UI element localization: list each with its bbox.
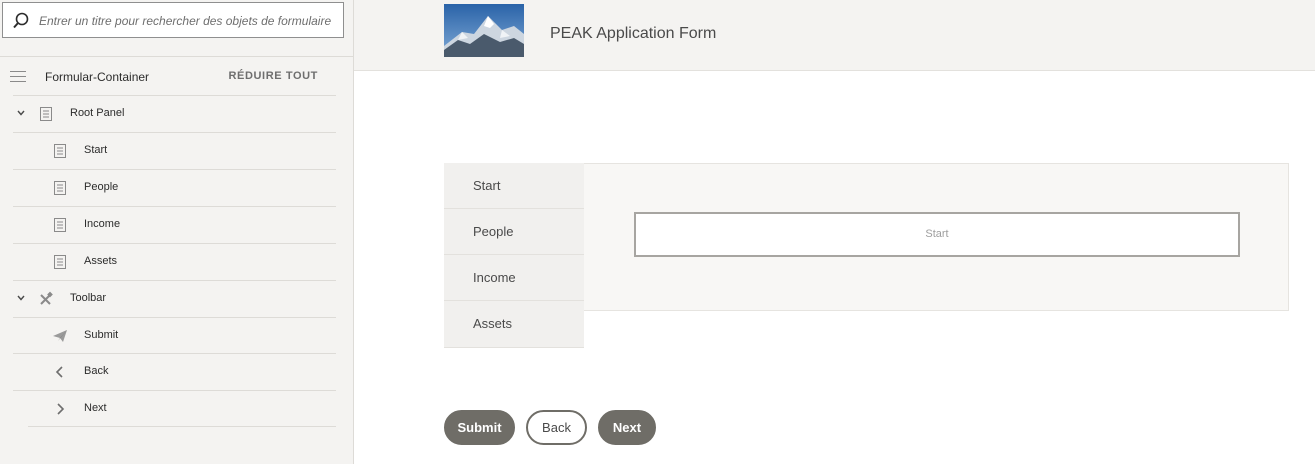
- back-button[interactable]: Back: [526, 410, 587, 445]
- tab-income[interactable]: Income: [444, 255, 584, 301]
- menu-icon[interactable]: [10, 71, 26, 83]
- tree-item-label: Root Panel: [70, 107, 125, 119]
- chevron-down-icon[interactable]: [16, 293, 26, 303]
- paper-plane-icon: [53, 330, 67, 342]
- panel-icon: [40, 107, 52, 121]
- tree-item-label: People: [84, 181, 119, 193]
- tree-item-people[interactable]: People: [13, 169, 336, 206]
- tools-icon: [40, 291, 53, 305]
- tab-assets[interactable]: Assets: [444, 301, 584, 348]
- tree-header: Formular-Container RÉDUIRE TOUT: [0, 58, 353, 95]
- tree-item-label: Income: [84, 218, 121, 230]
- tree-item-next[interactable]: Next: [13, 390, 336, 427]
- divider: [28, 426, 336, 427]
- tree-item-label: Back: [84, 365, 109, 377]
- tree-item-income[interactable]: Income: [13, 206, 336, 243]
- tree-item-start[interactable]: Start: [13, 132, 336, 169]
- chevron-down-icon[interactable]: [16, 108, 26, 118]
- tab-start[interactable]: Start: [444, 163, 584, 209]
- panel-icon: [54, 218, 66, 232]
- content-tree-sidebar: Formular-Container RÉDUIRE TOUT Root Pan…: [0, 0, 354, 464]
- tree-item-toolbar[interactable]: Toolbar: [13, 280, 336, 317]
- tree-item-back[interactable]: Back: [13, 353, 336, 390]
- submit-button[interactable]: Submit: [444, 410, 515, 445]
- divider: [0, 56, 353, 57]
- search-icon: [13, 12, 29, 29]
- start-panel-placeholder[interactable]: Start: [634, 212, 1240, 257]
- tree-item-assets[interactable]: Assets: [13, 243, 336, 280]
- collapse-all-button[interactable]: RÉDUIRE TOUT: [228, 70, 318, 82]
- tab-people[interactable]: People: [444, 209, 584, 255]
- tree-item-label: Next: [84, 402, 107, 414]
- chevron-left-icon: [55, 366, 63, 378]
- tree-item-root-panel[interactable]: Root Panel: [13, 95, 336, 132]
- panel-icon: [54, 181, 66, 195]
- panel-icon: [54, 144, 66, 158]
- tree-item-submit[interactable]: Submit: [13, 317, 336, 354]
- tree-item-label: Toolbar: [70, 292, 107, 304]
- chevron-right-icon: [57, 403, 65, 415]
- tree-header-title: Formular-Container: [45, 70, 150, 84]
- tree-item-label: Submit: [84, 329, 119, 341]
- form-header: PEAK Application Form: [354, 0, 1315, 71]
- search-box[interactable]: [2, 2, 344, 38]
- mountain-logo-image: [444, 4, 524, 57]
- search-input[interactable]: [39, 10, 335, 32]
- wizard-tabs: Start People Income Assets: [444, 163, 584, 348]
- form-title: PEAK Application Form: [550, 25, 717, 42]
- next-button[interactable]: Next: [598, 410, 656, 445]
- tree-item-label: Assets: [84, 255, 118, 267]
- panel-icon: [54, 255, 66, 269]
- tree-item-label: Start: [84, 144, 108, 156]
